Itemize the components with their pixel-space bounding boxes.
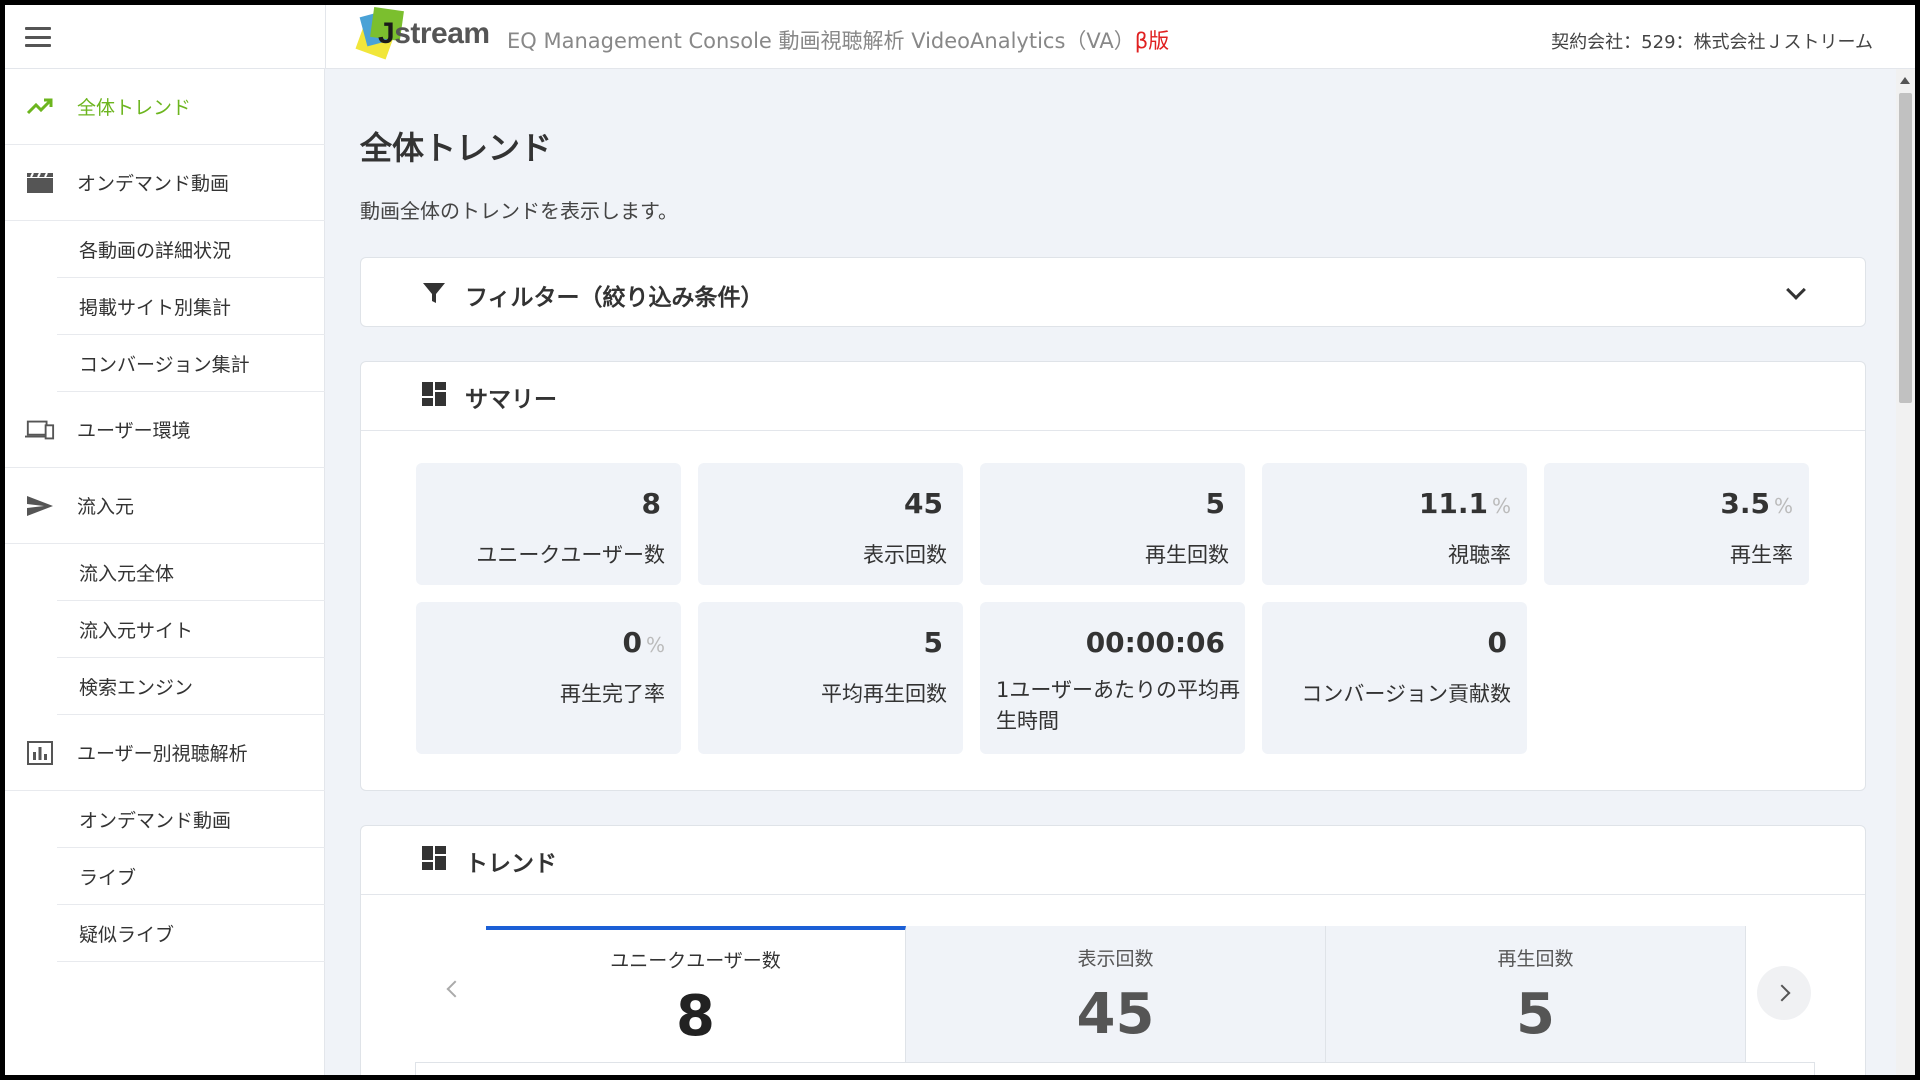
main-content: 全体トレンド 動画全体のトレンドを表示します。 フィルター（絞り込み条件） サマ… <box>326 69 1896 1075</box>
menu-icon[interactable] <box>25 27 51 47</box>
sidebar-item-ua-pseudo-live[interactable]: 疑似ライブ <box>57 905 325 962</box>
sidebar-item-video-detail[interactable]: 各動画の詳細状況 <box>57 221 325 278</box>
send-icon <box>25 494 55 518</box>
sidebar-item-user-env[interactable]: ユーザー環境 <box>5 392 325 468</box>
dashboard-icon <box>421 381 447 407</box>
bar-chart-icon <box>25 740 55 765</box>
metric-avg-play-time: 00:00:06 1ユーザーあたりの平均再生時間 <box>980 602 1245 754</box>
sidebar-item-user-analysis[interactable]: ユーザー別視聴解析 <box>5 715 325 791</box>
chevron-left-icon[interactable] <box>441 978 465 1002</box>
filter-panel[interactable]: フィルター（絞り込み条件） <box>360 257 1866 327</box>
trend-panel: トレンド ユニークユーザー数 8 表示回数 45 再生回数 5 <box>360 825 1866 1075</box>
tab-impressions[interactable]: 表示回数 45 <box>906 926 1326 1062</box>
tab-plays[interactable]: 再生回数 5 <box>1326 926 1746 1062</box>
summary-panel: サマリー 8 ユニークユーザー数 45 表示回数 5 再生回数 11.1% 視聴… <box>360 361 1866 791</box>
sidebar-item-search-engine[interactable]: 検索エンジン <box>57 658 325 715</box>
scroll-up-arrow-icon[interactable] <box>1900 77 1910 84</box>
company-label: 契約会社：529：株式会社Ｊストリーム <box>1551 32 1873 53</box>
dashboard-icon <box>421 845 447 871</box>
metric-conversions: 0 コンバージョン貢献数 <box>1262 602 1527 754</box>
page-description: 動画全体のトレンドを表示します。 <box>360 199 678 223</box>
filter-icon <box>421 280 447 306</box>
sidebar-item-site-summary[interactable]: 掲載サイト別集計 <box>57 278 325 335</box>
sidebar-item-ua-live[interactable]: ライブ <box>57 848 325 905</box>
metric-unique-users: 8 ユニークユーザー数 <box>416 463 681 585</box>
beta-label: β版 <box>1134 29 1170 53</box>
sidebar-item-conversion[interactable]: コンバージョン集計 <box>57 335 325 392</box>
sidebar-item-trend[interactable]: 全体トレンド <box>5 69 325 145</box>
filter-title: フィルター（絞り込み条件） <box>465 285 764 311</box>
devices-icon <box>25 418 55 442</box>
movie-icon <box>25 171 55 195</box>
sidebar-item-ua-ondemand[interactable]: オンデマンド動画 <box>57 791 325 848</box>
divider <box>1814 1062 1815 1075</box>
metric-impressions: 45 表示回数 <box>698 463 963 585</box>
sidebar-item-referrer-site[interactable]: 流入元サイト <box>57 601 325 658</box>
metric-completion-rate: 0% 再生完了率 <box>416 602 681 754</box>
app-title: EQ Management Console 動画視聴解析 VideoAnalyt… <box>507 29 1170 53</box>
sidebar-item-referrer-all[interactable]: 流入元全体 <box>57 544 325 601</box>
metric-avg-plays: 5 平均再生回数 <box>698 602 963 754</box>
app-window: Jstream EQ Management Console 動画視聴解析 Vid… <box>5 5 1915 1075</box>
chevron-right-icon[interactable] <box>1757 966 1811 1020</box>
sidebar-item-ondemand[interactable]: オンデマンド動画 <box>5 145 325 221</box>
divider <box>361 430 1865 431</box>
chevron-down-icon[interactable] <box>1786 280 1806 300</box>
summary-title: サマリー <box>465 387 557 413</box>
tab-unique-users[interactable]: ユニークユーザー数 8 <box>486 926 906 1062</box>
jstream-logo[interactable]: Jstream <box>355 7 500 63</box>
trend-title: トレンド <box>465 851 557 877</box>
divider <box>361 894 1865 895</box>
metric-plays: 5 再生回数 <box>980 463 1245 585</box>
scroll-thumb[interactable] <box>1899 93 1912 403</box>
sidebar: 全体トレンド オンデマンド動画 各動画の詳細状況 掲載サイト別集計 コンバージョ… <box>5 69 325 1075</box>
scrollbar[interactable] <box>1896 69 1915 1075</box>
divider <box>415 1062 1815 1063</box>
divider <box>325 5 326 69</box>
metric-view-rate: 11.1% 視聴率 <box>1262 463 1527 585</box>
metric-play-rate: 3.5% 再生率 <box>1544 463 1809 585</box>
page-title: 全体トレンド <box>360 129 553 167</box>
divider <box>415 1062 416 1075</box>
top-bar: Jstream EQ Management Console 動画視聴解析 Vid… <box>5 5 1915 69</box>
sidebar-item-referrer[interactable]: 流入元 <box>5 468 325 544</box>
trending-up-icon <box>25 95 55 119</box>
